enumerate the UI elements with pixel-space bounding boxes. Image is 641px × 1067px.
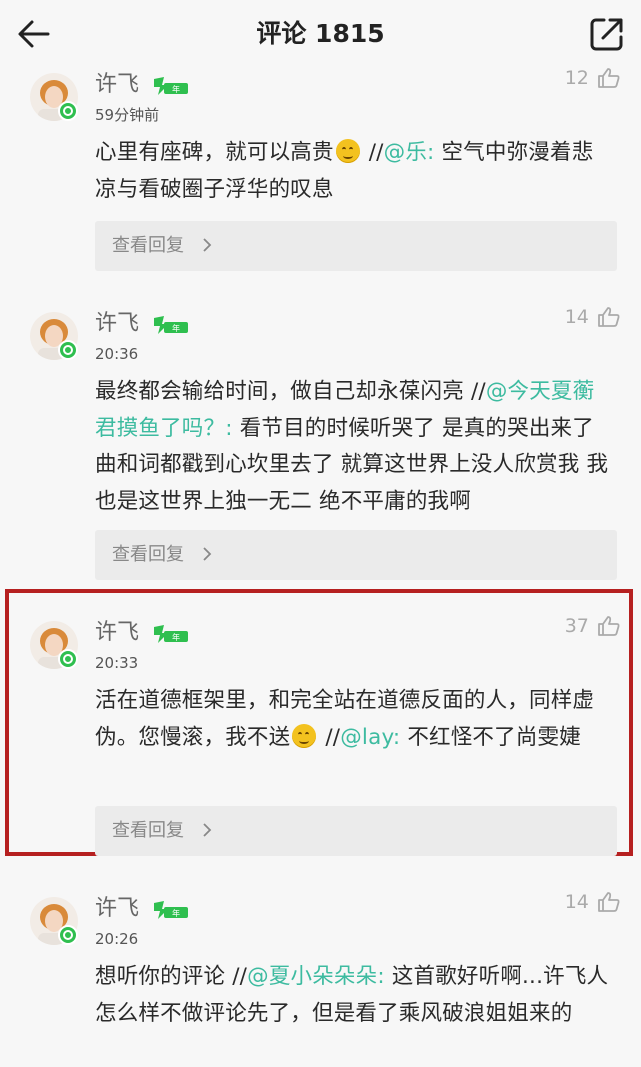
svg-text:年: 年: [172, 908, 180, 918]
username[interactable]: 许飞: [95, 617, 139, 649]
username[interactable]: 许飞: [95, 308, 139, 340]
avatar[interactable]: [30, 897, 78, 945]
thumbs-up-icon: [598, 68, 620, 88]
like-button[interactable]: 12: [565, 67, 621, 95]
like-button[interactable]: 14: [565, 306, 621, 334]
comment-time: 20:26: [95, 930, 139, 948]
svg-text:年: 年: [172, 632, 180, 642]
thumbs-up-icon: [598, 307, 620, 327]
svg-text:年: 年: [172, 323, 180, 333]
comment-time: 20:33: [95, 654, 139, 672]
username[interactable]: 许飞: [95, 69, 139, 101]
like-button[interactable]: 14: [565, 891, 621, 919]
page-title: 评论 1815: [256, 19, 385, 48]
thumbs-up-icon: [598, 892, 620, 912]
mention-link[interactable]: @夏小朵朵朵:: [247, 964, 385, 989]
mention-link[interactable]: @lay:: [340, 725, 400, 750]
like-count: 12: [564, 67, 589, 89]
svg-text:年: 年: [172, 84, 180, 94]
view-replies-button[interactable]: 查看回复: [95, 530, 617, 580]
comment-text: 活在道德框架里，和完全站在道德反面的人，同样虚伪。您慢滚，我不送 //@lay:…: [95, 688, 595, 750]
level-badge-icon: 年: [154, 625, 188, 643]
avatar[interactable]: [30, 312, 78, 360]
thumbs-up-icon: [598, 616, 620, 636]
like-count: 14: [564, 306, 589, 328]
smile-emoji-icon: [335, 139, 360, 163]
chevron-right-icon: [203, 238, 212, 252]
level-badge-icon: 年: [154, 901, 188, 919]
like-count: 37: [564, 615, 589, 637]
view-replies-button[interactable]: 查看回复: [95, 806, 617, 856]
chevron-right-icon: [203, 823, 212, 837]
level-badge-icon: 年: [154, 316, 188, 334]
username[interactable]: 许飞: [95, 893, 139, 925]
comment-time: 20:36: [95, 345, 139, 363]
comment-time: 59分钟前: [95, 106, 160, 124]
share-icon[interactable]: [587, 14, 627, 54]
avatar[interactable]: [30, 73, 78, 121]
view-replies-button[interactable]: 查看回复: [95, 221, 617, 271]
level-badge-icon: 年: [154, 77, 188, 95]
avatar[interactable]: [30, 621, 78, 669]
chevron-right-icon: [203, 547, 212, 561]
comment-text: 想听你的评论 //@夏小朵朵朵: 这首歌好听啊...许飞人怎么样不做评论先了，但…: [95, 964, 609, 1026]
comment-text: 最终都会输给时间，做自己却永葆闪亮 //@今天夏蘅君摸鱼了吗？: 看节目的时候听…: [95, 379, 609, 514]
smile-emoji-icon: [292, 723, 317, 748]
comment-text: 心里有座碑，就可以高贵 //@乐: 空气中弥漫着悲凉与看破圈子浮华的叹息: [95, 139, 594, 202]
like-count: 14: [564, 891, 589, 913]
header-bar: 评论 1815: [0, 0, 641, 72]
mention-link[interactable]: @乐:: [384, 140, 435, 165]
like-button[interactable]: 37: [565, 615, 621, 643]
